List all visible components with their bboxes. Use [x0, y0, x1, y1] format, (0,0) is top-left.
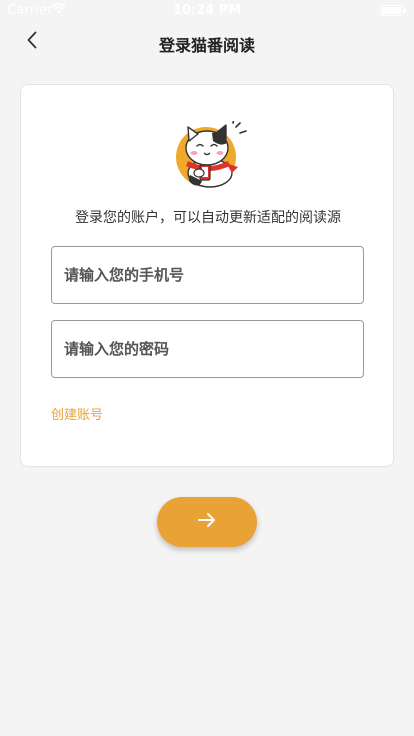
password-field-box — [51, 320, 364, 378]
status-bar: Carrier 10:24 PM — [0, 0, 414, 20]
cat-mascot-logo — [170, 118, 250, 189]
page-title: 登录猫番阅读 — [158, 36, 255, 55]
create-account-link[interactable]: 创建账号 — [51, 404, 103, 423]
status-time: 10:24 PM — [172, 3, 242, 18]
password-input[interactable] — [52, 321, 363, 377]
arrow-right-icon — [198, 512, 216, 532]
phone-field-box — [51, 246, 364, 304]
nav-bar: 登录猫番阅读 — [0, 20, 414, 64]
submit-button[interactable] — [157, 497, 257, 547]
phone-input[interactable] — [52, 247, 363, 303]
battery-icon — [380, 5, 406, 16]
login-subtitle: 登录您的账户，可以自动更新适配的阅读源 — [75, 210, 341, 226]
login-card: 登录您的账户，可以自动更新适配的阅读源 创建账号 — [20, 84, 394, 467]
